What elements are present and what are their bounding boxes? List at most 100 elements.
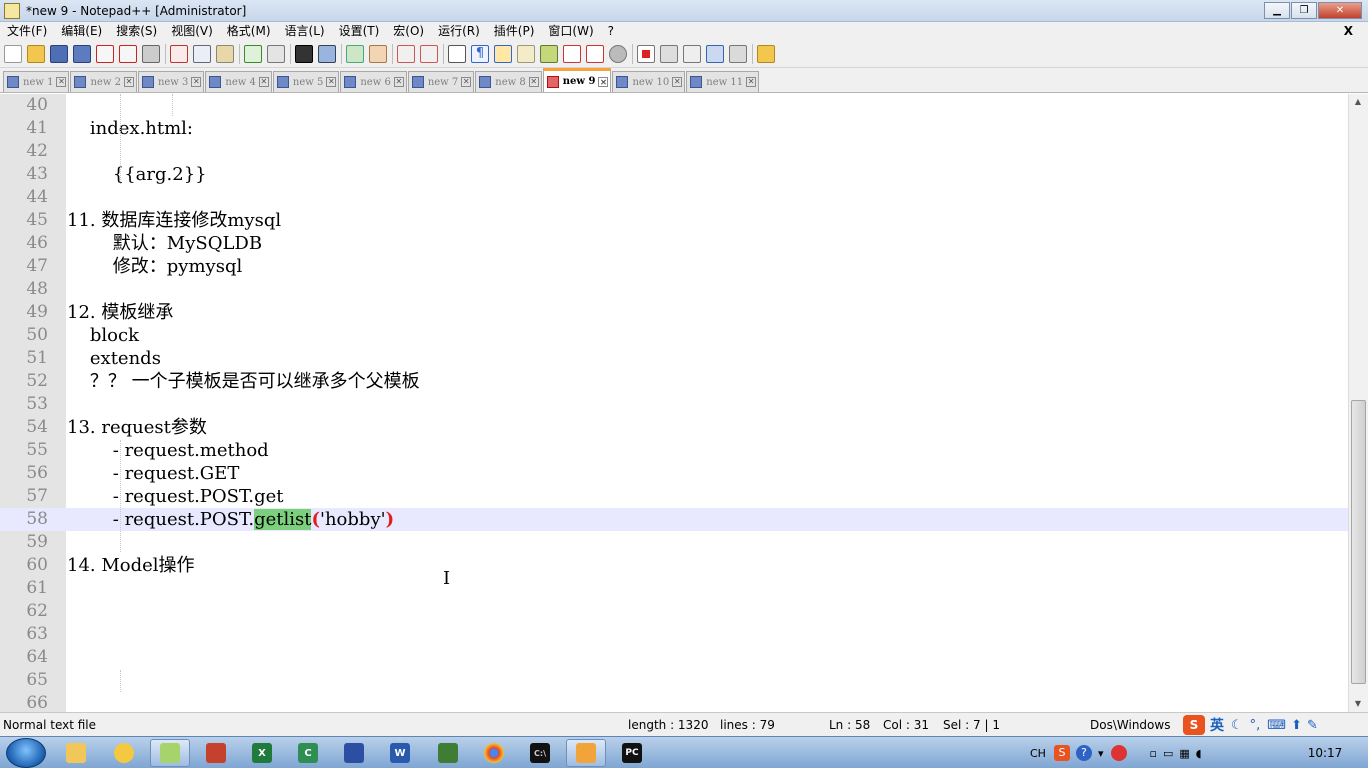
menu-run[interactable]: 运行(R) (431, 22, 487, 41)
tab-close-icon[interactable]: ✕ (393, 77, 404, 87)
taskbar-excel[interactable]: X (242, 739, 282, 767)
folder-workspace-icon[interactable] (586, 45, 604, 63)
tab-new-9[interactable]: new 9 ✕ (542, 68, 612, 92)
play-macro-icon[interactable] (683, 45, 701, 63)
tab-new-5[interactable]: new 5 ✕ (272, 71, 340, 92)
editor-line[interactable]: 55 - request.method (0, 439, 1348, 462)
show-hidden-icons-icon[interactable]: ▫ (1149, 747, 1156, 760)
editor-line[interactable]: 54 13. request参数 (0, 416, 1348, 439)
taskbar-screen-recorder[interactable] (566, 739, 606, 767)
tab-close-icon[interactable]: ✕ (672, 77, 683, 87)
minimize-button[interactable]: ▁ (1264, 2, 1290, 19)
language-indicator[interactable]: CH (1030, 747, 1046, 760)
editor-line[interactable]: 46 默认：MySQLDB (0, 232, 1348, 255)
ime-mode[interactable]: 英 (1210, 715, 1224, 735)
taskbar-chrome[interactable] (474, 739, 514, 767)
user-lang-icon[interactable] (517, 45, 535, 63)
menu-help[interactable]: ? (601, 22, 621, 41)
sync-horizontal-icon[interactable] (420, 45, 438, 63)
moon-icon[interactable]: ☾ (1231, 718, 1243, 733)
editor-line[interactable]: 50 block (0, 324, 1348, 347)
editor-line[interactable]: 62 (0, 600, 1348, 623)
editor-line[interactable]: 53 (0, 393, 1348, 416)
tab-new-8[interactable]: new 8 ✕ (475, 71, 542, 92)
editor-line[interactable]: 61 (0, 577, 1348, 600)
editor-line[interactable]: 47 修改：pymysql (0, 255, 1348, 278)
close-file-icon[interactable] (96, 45, 114, 63)
zoom-in-icon[interactable] (346, 45, 364, 63)
editor-line[interactable]: 64 (0, 646, 1348, 669)
cut-icon[interactable] (170, 45, 188, 63)
taskbar-pycharm[interactable]: PC (612, 739, 652, 767)
editor-line[interactable]: 51 extends (0, 347, 1348, 370)
scroll-down-arrow-icon[interactable]: ▼ (1349, 696, 1367, 712)
tab-close-icon[interactable]: ✕ (528, 77, 539, 87)
tab-new-3[interactable]: new 3 ✕ (137, 71, 205, 92)
copy-icon[interactable] (193, 45, 211, 63)
editor-line[interactable]: 43 {{arg.2}} (0, 163, 1348, 186)
tab-close-icon[interactable]: ✕ (56, 77, 67, 87)
close-button[interactable]: ✕ (1318, 2, 1362, 19)
plugin-folder-icon[interactable] (757, 45, 775, 63)
word-wrap-icon[interactable] (448, 45, 466, 63)
settings-wrench-icon[interactable]: ✎ (1307, 718, 1318, 733)
sogou-logo-icon[interactable]: S (1183, 715, 1205, 735)
editor-line[interactable]: 56 - request.GET (0, 462, 1348, 485)
monitoring-icon[interactable] (609, 45, 627, 63)
keyboard-icon[interactable]: ⌨ (1267, 718, 1286, 733)
editor-line[interactable]: 65 (0, 669, 1348, 692)
tab-close-icon[interactable]: ✕ (123, 77, 134, 87)
taskbar-notepadpp[interactable] (150, 739, 190, 767)
tab-new-10[interactable]: new 10 ✕ (612, 71, 686, 92)
editor-line[interactable]: 59 (0, 531, 1348, 554)
network-icon[interactable]: ▦ (1179, 747, 1189, 760)
replace-icon[interactable] (318, 45, 336, 63)
taskbar-word[interactable]: W (380, 739, 420, 767)
scroll-thumb[interactable] (1351, 400, 1366, 684)
sync-vertical-icon[interactable] (397, 45, 415, 63)
taskbar-c-app[interactable]: C (288, 739, 328, 767)
tab-close-icon[interactable]: ✕ (326, 77, 337, 87)
editor-line[interactable]: 40 (0, 94, 1348, 117)
menu-settings[interactable]: 设置(T) (332, 22, 387, 41)
tab-new-1[interactable]: new 1 ✕ (3, 71, 70, 92)
menu-search[interactable]: 搜索(S) (109, 22, 164, 41)
record-indicator-icon[interactable] (1111, 745, 1128, 761)
editor-line[interactable]: 42 (0, 140, 1348, 163)
tab-new-4[interactable]: new 4 ✕ (205, 71, 272, 92)
punctuation-icon[interactable]: °, (1250, 718, 1261, 733)
open-file-icon[interactable] (27, 45, 45, 63)
menu-format[interactable]: 格式(M) (220, 22, 278, 41)
volume-icon[interactable]: ◖ (1196, 747, 1202, 760)
taskbar-clock[interactable]: 10:17 (1300, 737, 1350, 769)
text-editor[interactable]: 40 41 index.html: 42 43 {{arg.2}} 44 45 11. 数据… (0, 94, 1348, 712)
menu-macro[interactable]: 宏(O) (386, 22, 431, 41)
editor-line[interactable]: 44 (0, 186, 1348, 209)
vertical-scrollbar[interactable]: ▲ ▼ (1348, 94, 1368, 712)
tab-close-icon[interactable]: ✕ (461, 77, 472, 87)
tab-close-icon[interactable]: ✕ (258, 77, 269, 87)
menu-close-document[interactable]: X (1337, 22, 1360, 41)
taskbar-save-app[interactable] (334, 739, 374, 767)
editor-line[interactable]: 63 (0, 623, 1348, 646)
doc-map-icon[interactable] (540, 45, 558, 63)
save-macro-icon[interactable] (729, 45, 747, 63)
taskbar-qq[interactable] (104, 739, 144, 767)
editor-line[interactable]: 60 14. Model操作 (0, 554, 1348, 577)
menu-plugins[interactable]: 插件(P) (487, 22, 542, 41)
menu-file[interactable]: 文件(F) (0, 22, 54, 41)
display-icon[interactable]: ▭ (1163, 747, 1173, 760)
tab-close-icon[interactable]: ✕ (746, 77, 757, 87)
menu-language[interactable]: 语言(L) (278, 22, 332, 41)
maximize-button[interactable]: ❐ (1291, 2, 1317, 19)
editor-line[interactable]: 48 (0, 278, 1348, 301)
skin-icon[interactable]: ⬆ (1291, 718, 1302, 733)
editor-line[interactable]: 57 - request.POST.get (0, 485, 1348, 508)
tab-new-6[interactable]: new 6 ✕ (340, 71, 407, 92)
show-all-chars-icon[interactable]: ¶ (471, 45, 489, 63)
editor-line[interactable]: 49 12. 模板继承 (0, 301, 1348, 324)
menu-view[interactable]: 视图(V) (164, 22, 220, 41)
editor-line[interactable]: 66 (0, 692, 1348, 712)
editor-line[interactable]: 41 index.html: (0, 117, 1348, 140)
menu-window[interactable]: 窗口(W) (541, 22, 600, 41)
